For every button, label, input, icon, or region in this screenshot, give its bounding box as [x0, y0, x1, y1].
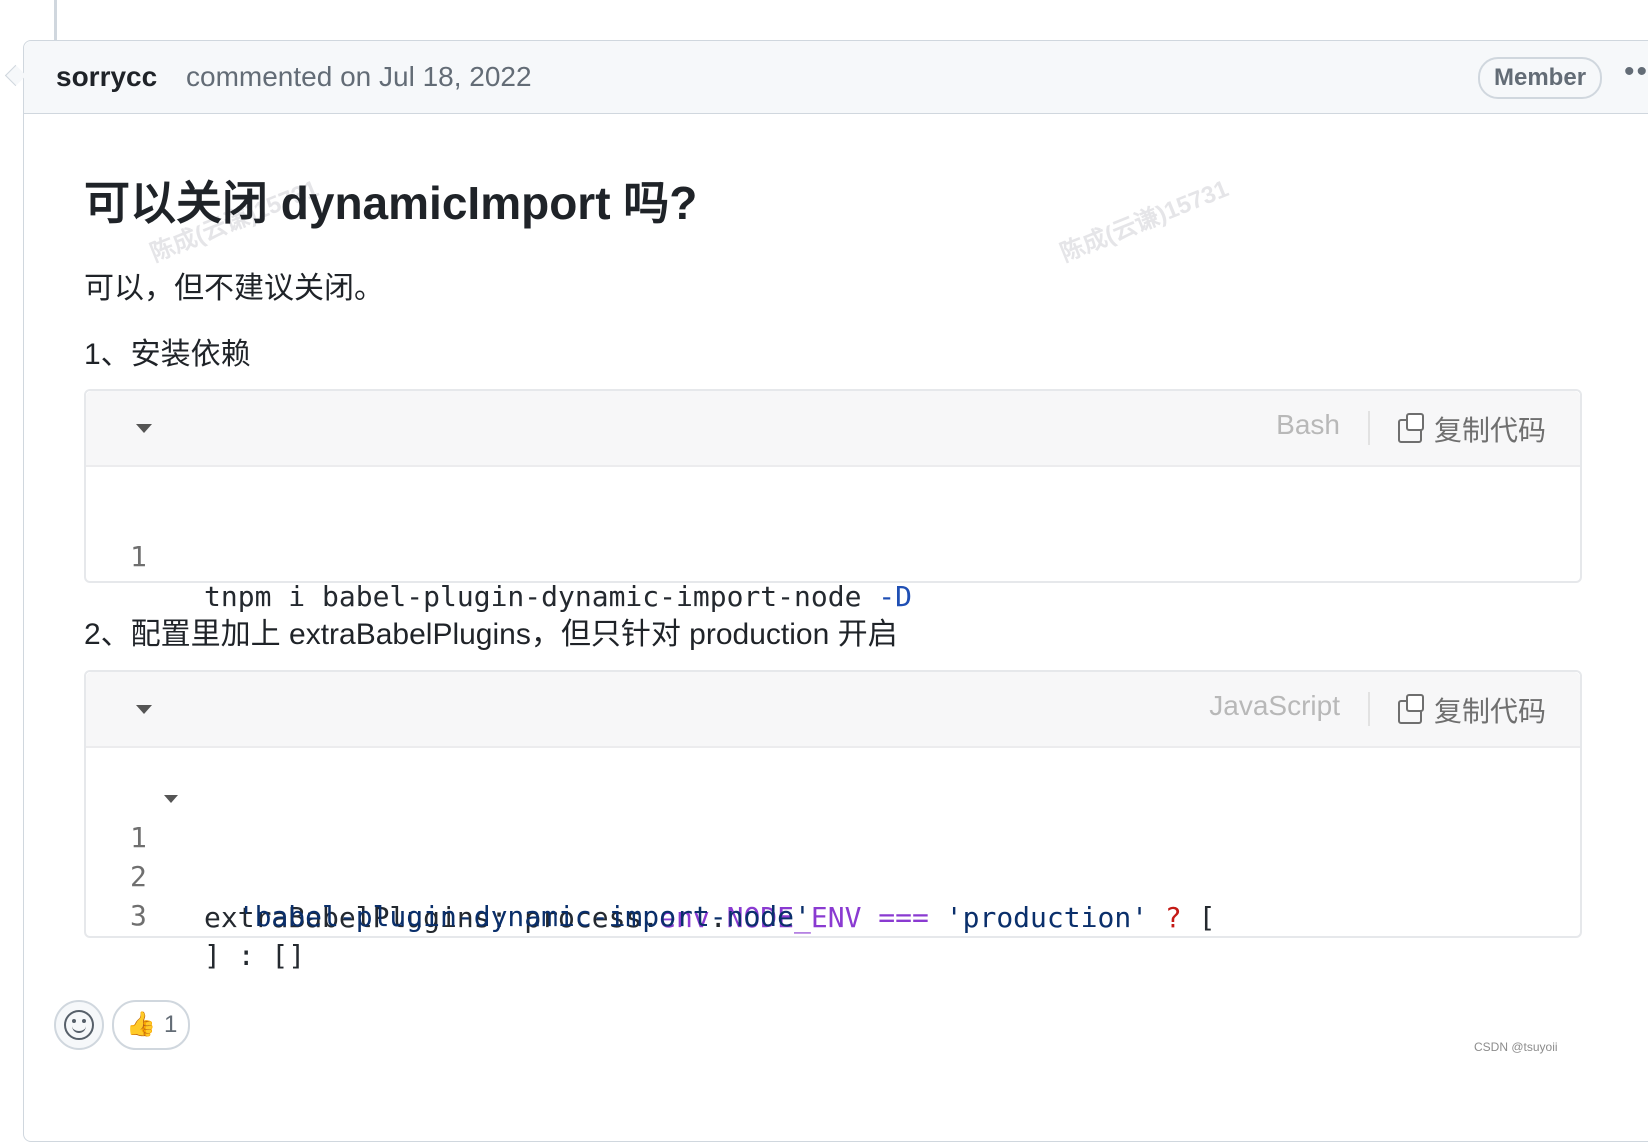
- divider: [1368, 692, 1370, 726]
- collapse-caret-icon[interactable]: [136, 705, 152, 714]
- more-horizontal-icon[interactable]: ••: [1624, 55, 1648, 89]
- thumbs-up-reaction[interactable]: 👍 1: [112, 1000, 190, 1050]
- code-block-bash: Bash 复制代码 1 tnpm i babel-plugin-dynamic-…: [84, 389, 1582, 613]
- line-number: 3: [130, 899, 147, 932]
- paragraph: 1、安装依赖: [84, 338, 251, 371]
- code-line: 1 tnpm i babel-plugin-dynamic-import-nod…: [86, 497, 912, 613]
- code-text: ] : []: [204, 939, 306, 972]
- fold-caret-icon[interactable]: [164, 795, 178, 803]
- copy-code-label: 复制代码: [1433, 696, 1546, 727]
- code-line: 2 'babel-plugin-dynamic-import-node': [86, 817, 811, 933]
- code-toolbar: JavaScript 复制代码: [86, 672, 1580, 748]
- comment-author[interactable]: sorrycc: [56, 61, 157, 93]
- member-badge: Member: [1478, 57, 1603, 99]
- csdn-watermark: CSDN @tsuyoii: [1474, 1040, 1558, 1054]
- paragraph: 可以，但不建议关闭。: [84, 272, 384, 305]
- code-token: 'production': [945, 901, 1149, 934]
- code-language: Bash: [1276, 409, 1340, 440]
- copy-code-button[interactable]: 复制代码: [1397, 409, 1546, 449]
- code-language: JavaScript: [1209, 690, 1340, 721]
- comment-heading: 可以关闭 dynamicImport 吗?: [84, 177, 698, 229]
- copy-icon: [1397, 694, 1424, 724]
- copy-code-button[interactable]: 复制代码: [1397, 690, 1546, 730]
- code-token: ?: [1148, 901, 1199, 934]
- code-toolbar: Bash 复制代码: [86, 391, 1580, 467]
- line-number: 1: [130, 540, 147, 573]
- thumbs-up-icon: 👍: [126, 1011, 156, 1038]
- paragraph: 2、配置里加上 extraBabelPlugins，但只针对 productio…: [84, 618, 898, 651]
- comment-timestamp[interactable]: commented on Jul 18, 2022: [186, 61, 532, 93]
- timeline-line: [54, 0, 57, 40]
- smiley-icon: [64, 1010, 94, 1040]
- comment-header: sorrycc commented on Jul 18, 2022 Member…: [24, 41, 1648, 114]
- add-reaction-button[interactable]: [54, 1000, 104, 1050]
- code-token: [: [1198, 901, 1216, 934]
- code-line: 1 extraBabelPlugins: process.env.NODE_EN…: [86, 778, 1215, 934]
- comment-box: sorrycc commented on Jul 18, 2022 Member…: [23, 40, 1648, 1142]
- reaction-count: 1: [164, 1011, 178, 1038]
- copy-code-label: 复制代码: [1433, 415, 1546, 446]
- copy-icon: [1397, 413, 1424, 443]
- divider: [1368, 411, 1370, 445]
- code-block-javascript: JavaScript 复制代码 1 extraBabelPlugins: pro…: [84, 670, 1582, 972]
- watermark: 陈成(云谦)15731: [1056, 175, 1233, 268]
- code-line: 3 ] : []: [86, 856, 305, 972]
- code-text: 'babel-plugin-dynamic-import-node': [204, 900, 811, 933]
- collapse-caret-icon[interactable]: [136, 424, 152, 433]
- code-token: ===: [861, 901, 946, 934]
